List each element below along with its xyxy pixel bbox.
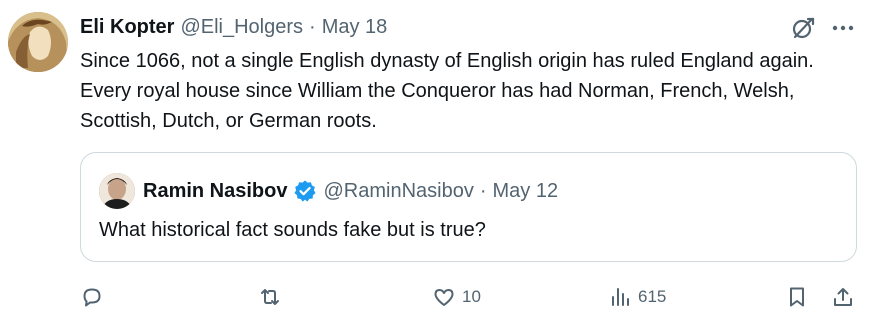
like-button[interactable]: 10 bbox=[432, 280, 481, 314]
tweet-text: Since 1066, not a single English dynasty… bbox=[80, 50, 814, 132]
like-icon bbox=[432, 285, 456, 309]
quote-header: Ramin Nasibov @RaminNasibov · May 12 bbox=[143, 177, 558, 205]
view-count: 615 bbox=[638, 287, 667, 306]
reply-button[interactable] bbox=[80, 280, 110, 314]
quote-separator: · bbox=[479, 179, 487, 202]
author-name[interactable]: Eli Kopter bbox=[80, 16, 174, 39]
bookmark-button[interactable] bbox=[785, 280, 809, 314]
header-separator: · bbox=[309, 15, 316, 38]
quote-author-handle[interactable]: @RaminNasibov bbox=[323, 180, 473, 203]
quote-text: What historical fact sounds fake but is … bbox=[99, 219, 486, 241]
author-avatar[interactable] bbox=[8, 12, 68, 72]
views-icon bbox=[608, 285, 632, 309]
share-icon bbox=[831, 285, 855, 309]
action-bar: 10 615 bbox=[0, 280, 876, 314]
repost-button[interactable] bbox=[258, 280, 288, 314]
verified-badge-icon bbox=[293, 179, 317, 203]
tweet-date[interactable]: May 18 bbox=[322, 16, 388, 39]
repost-icon bbox=[258, 285, 282, 309]
views-button[interactable]: 615 bbox=[608, 280, 666, 314]
bookmark-icon bbox=[785, 285, 809, 309]
quote-author-avatar[interactable] bbox=[99, 173, 135, 209]
tweet-header: Eli Kopter @Eli_Holgers · May 18 bbox=[80, 14, 387, 40]
quoted-tweet[interactable]: Ramin Nasibov @RaminNasibov · May 12 Wha… bbox=[80, 152, 857, 262]
like-count: 10 bbox=[462, 287, 481, 306]
tweet[interactable]: Eli Kopter @Eli_Holgers · May 18 Since 1… bbox=[0, 0, 876, 320]
reply-icon bbox=[80, 285, 104, 309]
share-button[interactable] bbox=[831, 280, 855, 314]
quote-author-name[interactable]: Ramin Nasibov bbox=[143, 180, 287, 203]
more-icon[interactable] bbox=[830, 15, 856, 41]
grok-icon[interactable] bbox=[790, 15, 816, 41]
quote-date[interactable]: May 12 bbox=[493, 180, 559, 203]
author-handle[interactable]: @Eli_Holgers bbox=[180, 16, 303, 39]
